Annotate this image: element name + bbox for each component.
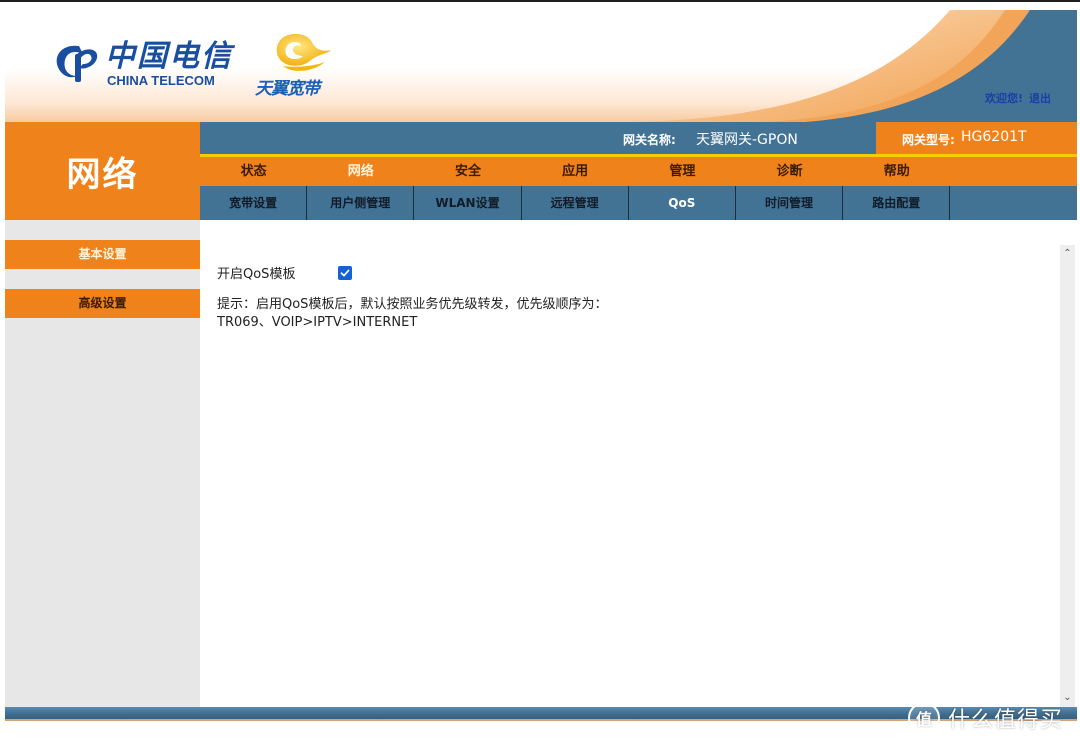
qos-hint-line-2: TR069、VOIP>IPTV>INTERNET <box>217 315 418 330</box>
watermark-text: 什么值得买 <box>948 708 1064 733</box>
tianyi-swirl-icon <box>276 34 331 71</box>
brand-text: 天翼宽带 <box>255 79 320 99</box>
gateway-model-label: 网关型号: <box>902 133 955 147</box>
sub-nav-user-side-management[interactable]: 用户侧管理 <box>307 186 415 220</box>
logo-chinese-text: 中国电信 <box>105 39 233 74</box>
sidebar-item-advanced-settings[interactable]: 高级设置 <box>5 289 200 318</box>
main-content: 开启QoS模板 提示：启用QoS模板后，默认按照业务优先级转发，优先级顺序为： … <box>200 220 1077 707</box>
china-telecom-logo: 中国电信 CHINA TELECOM <box>53 40 233 88</box>
gateway-name-value: 天翼网关-GPON <box>696 132 798 148</box>
sub-nav-routing-config[interactable]: 路由配置 <box>843 186 951 220</box>
sub-nav: 宽带设置 用户侧管理 WLAN设置 远程管理 QoS 时间管理 路由配置 <box>200 186 1077 220</box>
watermark: 值 什么值得买 <box>908 700 1063 736</box>
gateway-model-box: 网关型号: HG6201T <box>876 122 1077 154</box>
sidebar: 基本设置 高级设置 <box>5 220 200 707</box>
section-title: 网络 <box>66 154 139 195</box>
qos-template-row: 开启QoS模板 <box>217 263 352 282</box>
logout-link[interactable]: 退出 <box>1029 92 1051 105</box>
welcome-text: 欢迎您! <box>984 92 1023 105</box>
content-scrollbar[interactable]: ⌃ ⌄ <box>1060 245 1075 707</box>
main-nav-management[interactable]: 管理 <box>629 157 736 186</box>
gateway-info-bar: 网关名称: 天翼网关-GPON 网关型号: HG6201T <box>200 122 1077 154</box>
logo-english-text: CHINA TELECOM <box>107 73 215 88</box>
sub-nav-broadband-settings[interactable]: 宽带设置 <box>200 186 308 220</box>
watermark-badge-icon: 值 <box>908 702 940 734</box>
main-nav-help[interactable]: 帮助 <box>843 157 950 186</box>
checkmark-icon <box>340 269 350 276</box>
china-telecom-e-icon <box>56 45 98 82</box>
main-nav-diagnostics[interactable]: 诊断 <box>736 157 843 186</box>
main-nav-security[interactable]: 安全 <box>414 157 521 186</box>
qos-template-checkbox[interactable] <box>338 265 352 280</box>
qos-template-label: 开启QoS模板 <box>217 267 296 282</box>
sub-nav-qos[interactable]: QoS <box>629 186 736 220</box>
section-title-box: 网络 <box>5 122 200 220</box>
main-nav-status[interactable]: 状态 <box>200 157 307 186</box>
sub-nav-time-management[interactable]: 时间管理 <box>736 186 844 220</box>
main-nav: 状态 网络 安全 应用 管理 诊断 帮助 <box>200 157 1077 186</box>
gateway-name-label: 网关名称: <box>623 133 676 147</box>
welcome-area: 欢迎您! 退出 <box>979 90 1051 106</box>
sub-nav-remote-management[interactable]: 远程管理 <box>522 186 629 220</box>
qos-hint-line-1: 提示：启用QoS模板后，默认按照业务优先级转发，优先级顺序为： <box>217 297 608 312</box>
scroll-up-icon[interactable]: ⌃ <box>1060 247 1075 261</box>
header-banner: 中国电信 CHINA TELECOM 天翼宽带 欢迎您! 退出 <box>5 2 1077 122</box>
sub-nav-wlan-settings[interactable]: WLAN设置 <box>414 186 522 220</box>
gateway-model-value: HG6201T <box>961 129 1027 145</box>
qos-hint: 提示：启用QoS模板后，默认按照业务优先级转发，优先级顺序为： TR069、VO… <box>217 296 607 332</box>
main-nav-application[interactable]: 应用 <box>522 157 629 186</box>
main-nav-network[interactable]: 网络 <box>307 157 414 186</box>
tianyi-broadband-logo: 天翼宽带 <box>255 30 345 100</box>
sidebar-item-basic-settings[interactable]: 基本设置 <box>5 240 200 269</box>
